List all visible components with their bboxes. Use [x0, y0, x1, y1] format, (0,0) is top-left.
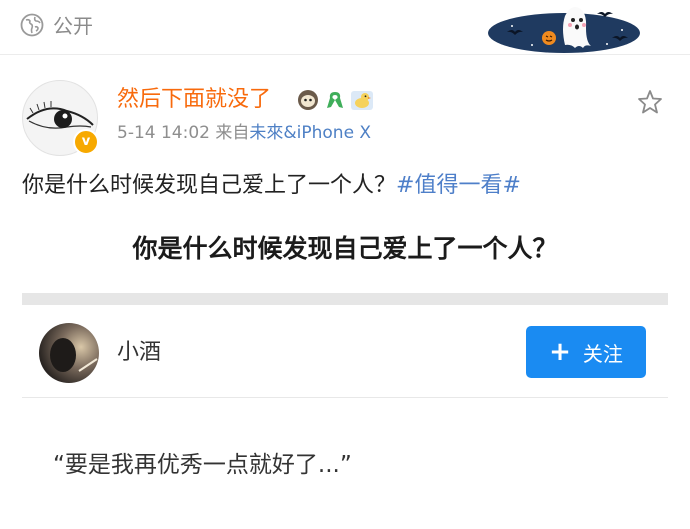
author-emoji-badges — [296, 88, 374, 112]
card-title: 你是什么时候发现自己爱上了一个人？ — [132, 234, 558, 263]
post-source-link[interactable]: 未來&iPhone X — [249, 123, 371, 143]
post-body-text: 你是什么时候发现自己爱上了一个人？ — [22, 173, 397, 198]
answer-author-avatar[interactable] — [39, 323, 99, 383]
verified-badge: v — [73, 129, 99, 155]
avatar-photo — [39, 323, 99, 383]
visibility-label[interactable]: 公开 — [53, 12, 93, 40]
green-ribbon-emoji-icon — [327, 92, 343, 108]
answer-quote: “要是我再优秀一点就好了...” — [53, 452, 352, 478]
hashtag-link[interactable]: #值得一看# — [396, 173, 521, 198]
answer-separator — [22, 397, 668, 398]
answer-author-name[interactable]: 小酒 — [117, 337, 161, 369]
top-bar: 公开 — [0, 0, 690, 54]
follow-button[interactable]: + 关注 — [526, 326, 646, 378]
plus-icon: + — [549, 337, 571, 367]
sheep-emoji-icon — [298, 90, 318, 110]
author-name[interactable]: 然后下面就没了 — [117, 84, 271, 116]
follow-button-label: 关注 — [582, 341, 623, 366]
post-time: 5-14 14:02 来自 — [117, 123, 250, 143]
post-meta: 5-14 14:02 来自未來&iPhone X — [117, 121, 371, 145]
halloween-banner — [488, 7, 640, 53]
post-body: 你是什么时候发现自己爱上了一个人？#值得一看# — [22, 170, 521, 202]
card-separator — [22, 293, 668, 305]
duck-emoji-icon — [351, 91, 373, 110]
header-divider — [0, 54, 690, 55]
star-outline-icon[interactable] — [636, 88, 664, 116]
globe-icon — [20, 13, 44, 37]
